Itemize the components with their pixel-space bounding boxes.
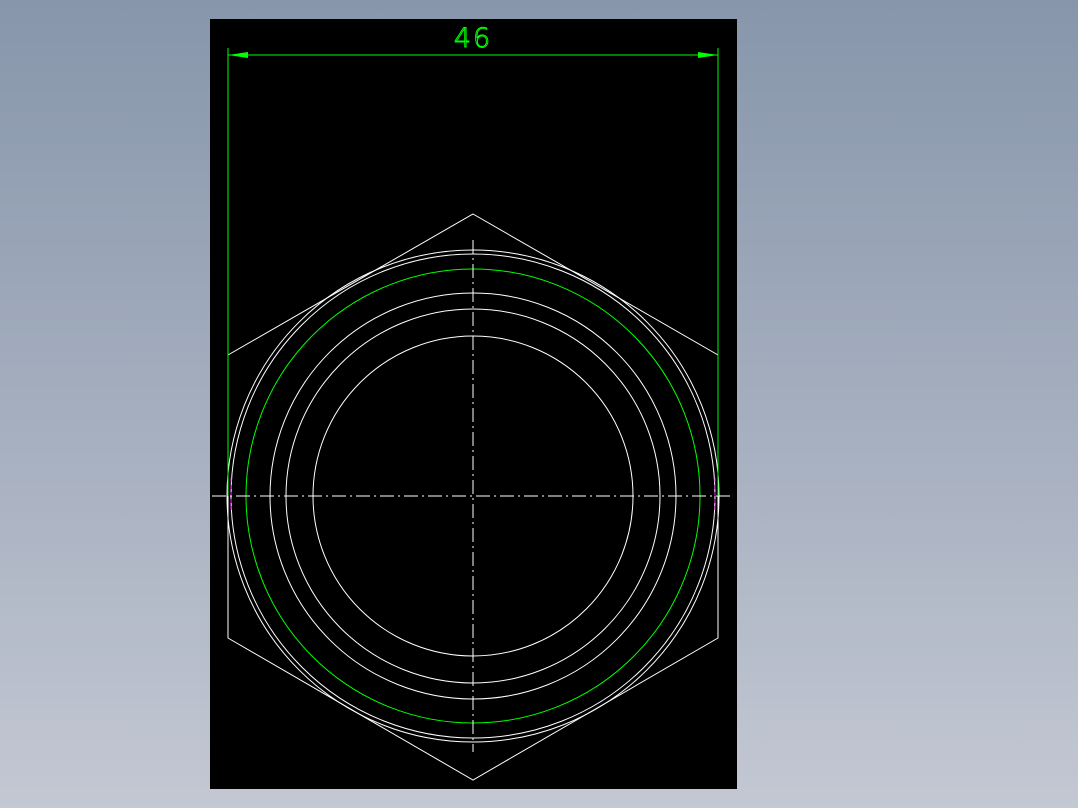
dimension-value: 46	[454, 23, 492, 54]
cad-drawing: 46	[212, 23, 734, 781]
